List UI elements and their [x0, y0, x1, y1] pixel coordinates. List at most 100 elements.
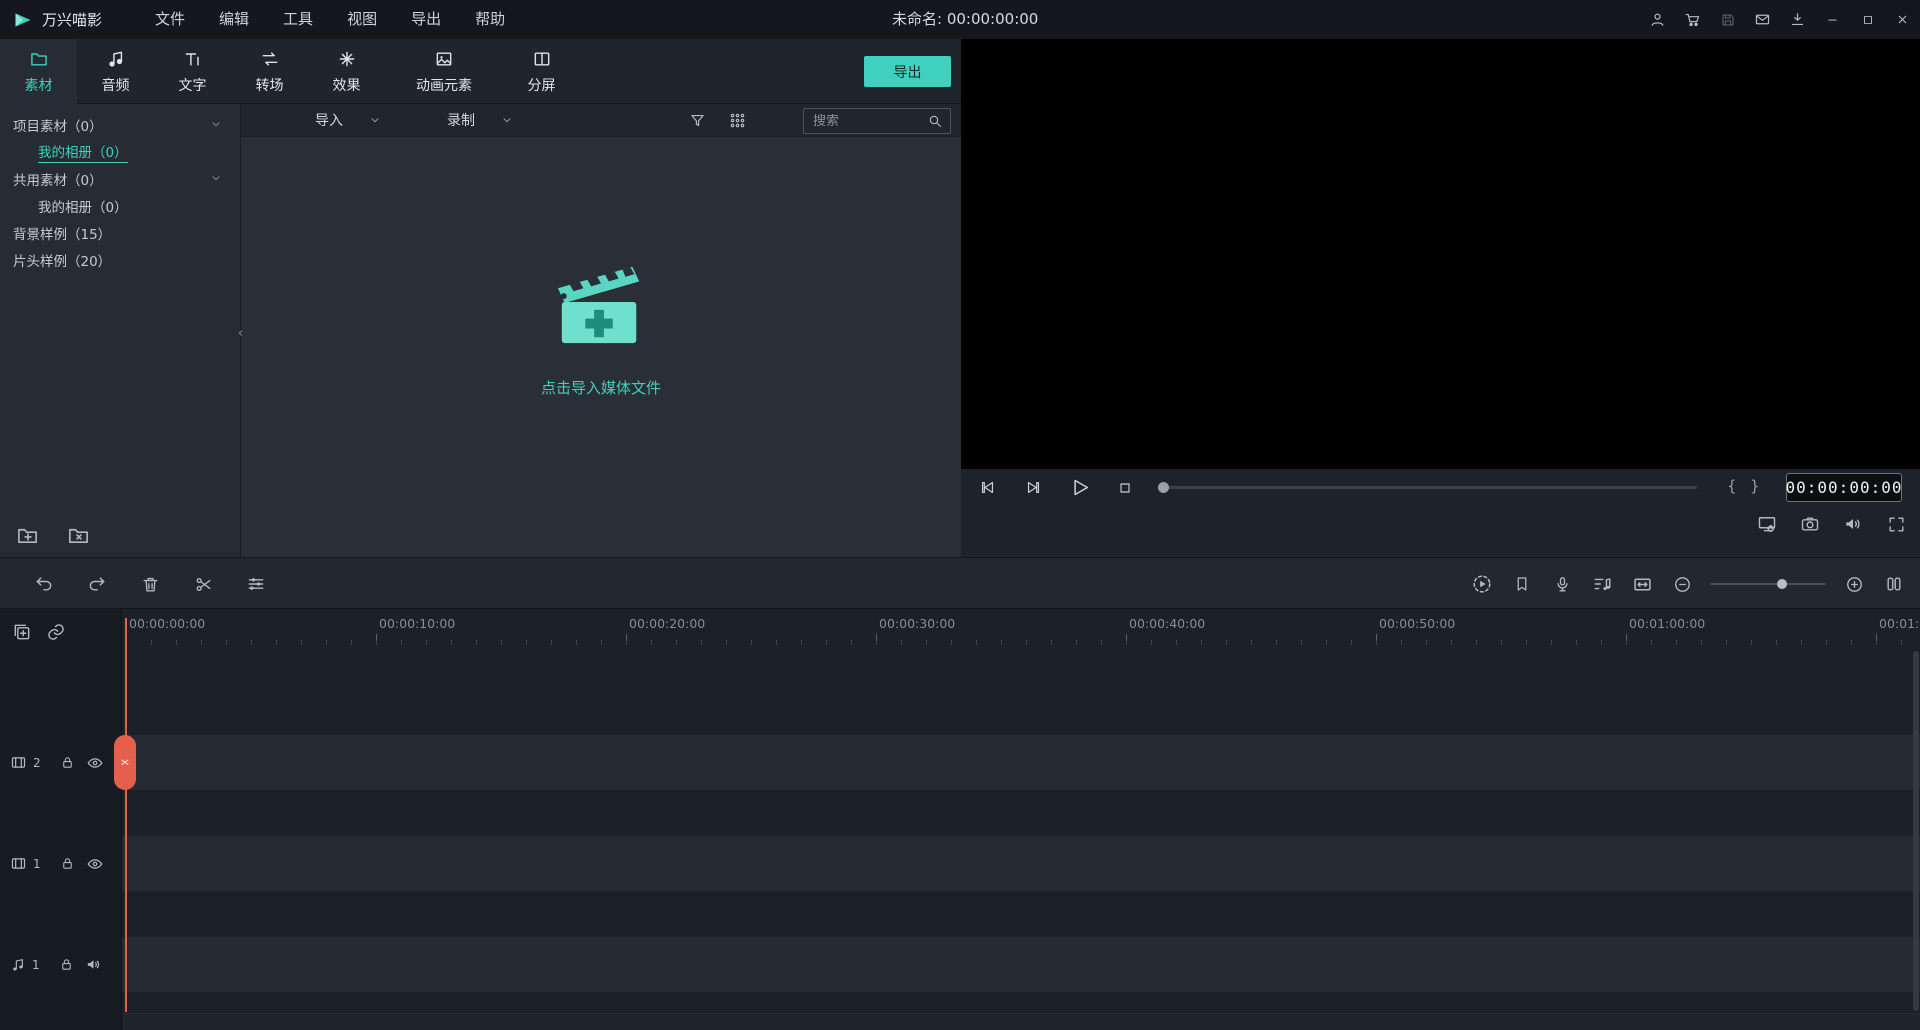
menu-tools[interactable]: 工具 — [266, 0, 330, 39]
video-track-1-lane[interactable] — [122, 836, 1920, 891]
video-track-2-lane[interactable] — [122, 735, 1920, 790]
lock-icon[interactable] — [60, 755, 75, 770]
eye-icon[interactable] — [86, 754, 104, 772]
chevron-down-icon[interactable] — [210, 118, 222, 130]
playhead[interactable] — [125, 618, 127, 1012]
track-header-audio-1: 1 — [0, 937, 122, 992]
horizontal-scrollbar[interactable] — [122, 1013, 1920, 1030]
tab-label: 效果 — [332, 77, 361, 94]
chevron-down-icon[interactable] — [210, 172, 222, 184]
panel-layout-icon[interactable] — [1882, 572, 1906, 596]
search-input[interactable] — [804, 113, 927, 129]
library-item-shared-media[interactable]: 共用素材（0） — [0, 165, 240, 192]
delete-folder-icon[interactable] — [67, 524, 90, 547]
mark-in-button[interactable]: { — [1727, 477, 1737, 495]
link-clips-icon[interactable] — [46, 622, 66, 642]
record-dropdown[interactable]: 录制 — [447, 110, 513, 130]
library-item-background-samples[interactable]: 背景样例（15） — [0, 219, 240, 246]
user-icon[interactable] — [1640, 0, 1675, 39]
ruler-label: 00:01:00:00 — [1629, 616, 1706, 631]
library-item-project-media[interactable]: 项目素材（0） — [0, 111, 240, 138]
grid-view-icon[interactable] — [725, 108, 749, 132]
media-library-panel: 项目素材（0） 我的相册（0） 共用素材（0） 我的相册（0） 背景样例（15） — [0, 104, 241, 557]
download-icon[interactable] — [1780, 0, 1815, 39]
previous-frame-button[interactable] — [975, 476, 999, 500]
menu-edit[interactable]: 编辑 — [202, 0, 266, 39]
timeline-ruler[interactable]: 00:00:00:00 00:00:10:00 00:00:20:00 00:0… — [122, 609, 1920, 649]
collapse-sidebar-button[interactable]: ‹ — [235, 320, 246, 346]
fit-timeline-icon[interactable] — [1630, 572, 1654, 596]
audio-track-1-lane[interactable] — [122, 937, 1920, 992]
tab-audio[interactable]: 音频 — [77, 39, 154, 104]
import-media-dropzone[interactable]: 点击导入媒体文件 — [541, 253, 661, 398]
library-item-my-album-shared[interactable]: 我的相册（0） — [0, 192, 240, 219]
zoom-out-icon[interactable] — [1670, 572, 1694, 596]
playhead-handle[interactable] — [114, 735, 136, 790]
menu-view[interactable]: 视图 — [330, 0, 394, 39]
delete-icon[interactable] — [138, 572, 162, 596]
edit-tools-right — [1470, 558, 1906, 610]
search-icon[interactable] — [927, 113, 950, 129]
track-number: 1 — [32, 957, 40, 972]
close-button[interactable] — [1885, 0, 1920, 39]
voiceover-mic-icon[interactable] — [1550, 572, 1574, 596]
track-header-video-1: 1 — [0, 836, 122, 891]
tab-media[interactable]: 素材 — [0, 39, 77, 104]
tab-effects[interactable]: 效果 — [308, 39, 385, 104]
cart-icon[interactable] — [1675, 0, 1710, 39]
adjust-icon[interactable] — [244, 572, 268, 596]
next-frame-button[interactable] — [1021, 476, 1045, 500]
new-folder-icon[interactable] — [16, 524, 39, 547]
snapshot-camera-icon[interactable] — [1798, 512, 1822, 536]
ruler-label: 00:00:40:00 — [1129, 616, 1206, 631]
split-scissors-icon[interactable] — [191, 572, 215, 596]
video-track-icon — [10, 754, 27, 771]
ribbon-tabs: 素材 音频 文字 转场 效果 动画元素 分屏 导出 — [0, 39, 961, 104]
minimize-button[interactable] — [1815, 0, 1850, 39]
tab-text[interactable]: 文字 — [154, 39, 231, 104]
tab-split-screen[interactable]: 分屏 — [503, 39, 580, 104]
lock-icon[interactable] — [60, 856, 75, 871]
stop-button[interactable] — [1113, 476, 1137, 500]
zoom-slider-handle[interactable] — [1777, 579, 1788, 589]
transition-icon — [260, 49, 280, 69]
eye-icon[interactable] — [86, 855, 104, 873]
vertical-scrollbar[interactable] — [1913, 651, 1919, 1011]
mixer-icon[interactable] — [1590, 572, 1614, 596]
menubar: 文件 编辑 工具 视图 导出 帮助 — [138, 0, 522, 39]
speaker-icon[interactable] — [1841, 512, 1865, 536]
import-dropdown[interactable]: 导入 — [315, 110, 381, 130]
play-button[interactable] — [1067, 476, 1091, 500]
fullscreen-icon[interactable] — [1884, 512, 1908, 536]
display-settings-icon[interactable] — [1755, 512, 1779, 536]
library-item-my-album-project[interactable]: 我的相册（0） — [0, 138, 240, 165]
tab-transitions[interactable]: 转场 — [231, 39, 308, 104]
edit-tools-left — [32, 558, 268, 610]
mail-icon[interactable] — [1745, 0, 1780, 39]
scrubber-handle[interactable] — [1158, 482, 1169, 493]
zoom-in-icon[interactable] — [1842, 572, 1866, 596]
marker-icon[interactable] — [1510, 572, 1534, 596]
mark-out-button[interactable]: } — [1750, 477, 1760, 495]
speaker-icon[interactable] — [85, 956, 102, 973]
filter-icon[interactable] — [685, 108, 709, 132]
track-number: 2 — [33, 755, 41, 770]
timeline-zoom-slider[interactable] — [1710, 579, 1826, 589]
manage-tracks-icon[interactable] — [12, 622, 32, 642]
redo-icon[interactable] — [85, 572, 109, 596]
menu-help[interactable]: 帮助 — [458, 0, 522, 39]
maximize-button[interactable] — [1850, 0, 1885, 39]
export-button[interactable]: 导出 — [864, 56, 951, 87]
track-number: 1 — [33, 856, 41, 871]
video-viewport — [961, 39, 1920, 469]
menu-file[interactable]: 文件 — [138, 0, 202, 39]
menu-export[interactable]: 导出 — [394, 0, 458, 39]
library-item-intro-samples[interactable]: 片头样例（20） — [0, 246, 240, 273]
tab-elements[interactable]: 动画元素 — [385, 39, 503, 104]
preview-scrubber[interactable] — [1158, 482, 1697, 493]
elements-icon — [434, 49, 454, 69]
undo-icon[interactable] — [32, 572, 56, 596]
tab-label: 转场 — [255, 77, 284, 94]
lock-icon[interactable] — [59, 957, 74, 972]
render-preview-icon[interactable] — [1470, 572, 1494, 596]
